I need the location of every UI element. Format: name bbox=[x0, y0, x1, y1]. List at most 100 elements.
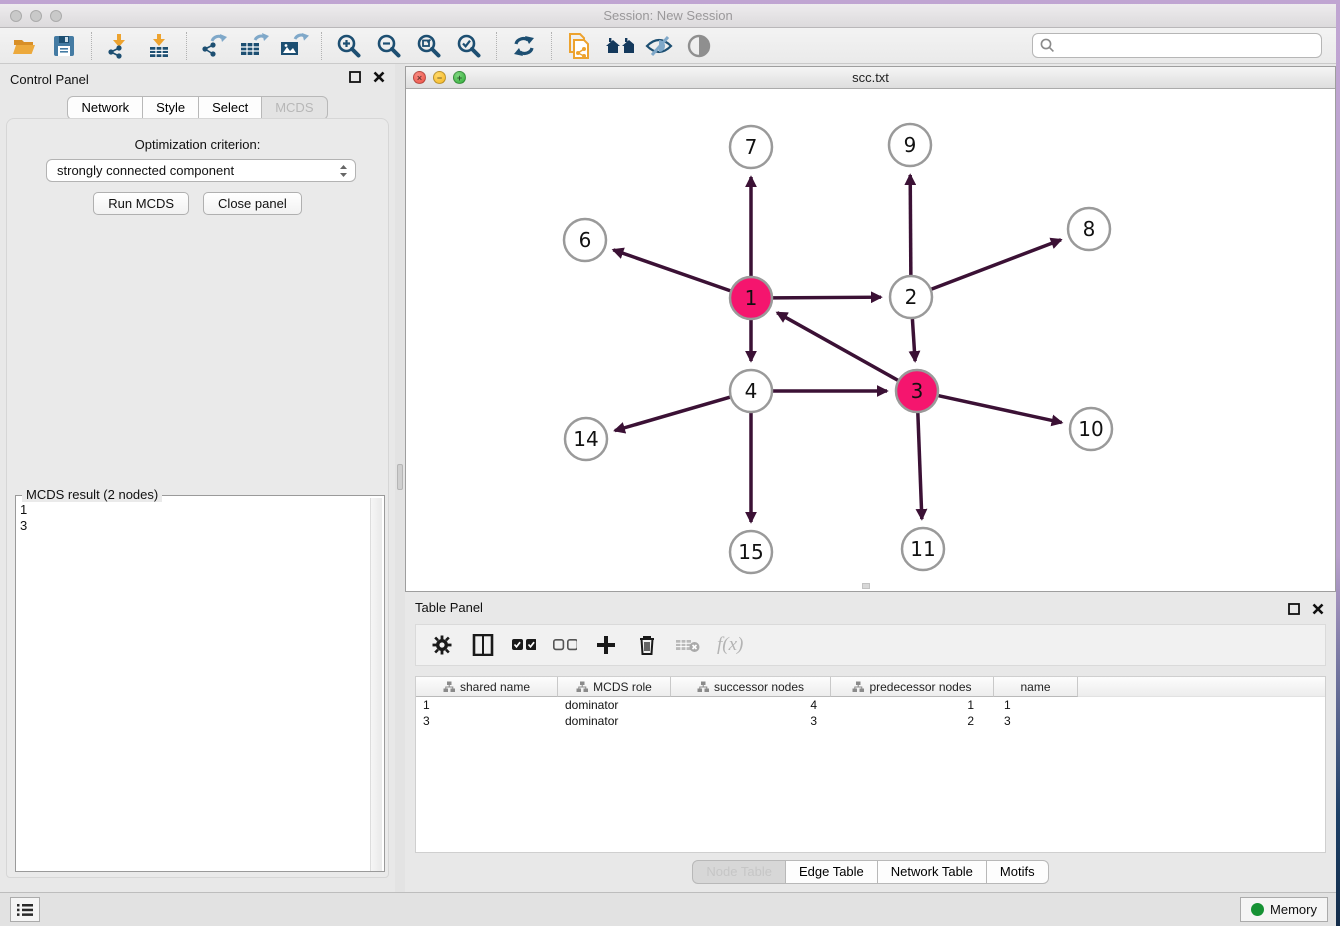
import-network-icon[interactable] bbox=[104, 31, 134, 61]
application-window: Session: New Session bbox=[0, 0, 1340, 926]
zoom-out-icon[interactable] bbox=[374, 31, 404, 61]
edge-2-3[interactable] bbox=[912, 319, 915, 361]
zoom-selected-icon[interactable] bbox=[454, 31, 484, 61]
column-label: predecessor nodes bbox=[869, 680, 971, 694]
cell-successor-nodes[interactable]: 4 bbox=[671, 697, 831, 713]
cell-name[interactable]: 1 bbox=[994, 697, 1078, 713]
tab-edge-table[interactable]: Edge Table bbox=[786, 860, 878, 884]
add-column-icon[interactable] bbox=[594, 633, 618, 657]
export-table-icon[interactable] bbox=[239, 31, 269, 61]
node-6[interactable]: 6 bbox=[564, 219, 606, 261]
node-label: 6 bbox=[579, 228, 592, 252]
node-10[interactable]: 10 bbox=[1070, 408, 1112, 450]
gear-icon[interactable] bbox=[430, 633, 454, 657]
tab-motifs[interactable]: Motifs bbox=[987, 860, 1049, 884]
control-panel-controls bbox=[349, 71, 385, 83]
cell-predecessor-nodes[interactable]: 1 bbox=[831, 697, 994, 713]
deselect-all-icon[interactable] bbox=[553, 633, 577, 657]
column-header-shared-name[interactable]: shared name bbox=[416, 677, 558, 697]
tab-network[interactable]: Network bbox=[67, 96, 143, 120]
network-canvas[interactable]: 7 9 6 8 1 2 4 3 14 10 15 11 bbox=[406, 89, 1335, 591]
edge-2-9[interactable] bbox=[910, 175, 911, 275]
column-header-predecessor-nodes[interactable]: predecessor nodes bbox=[831, 677, 994, 697]
save-session-icon[interactable] bbox=[49, 31, 79, 61]
column-label: shared name bbox=[460, 680, 530, 694]
edge-1-6[interactable] bbox=[613, 250, 730, 291]
cell-predecessor-nodes[interactable]: 2 bbox=[831, 713, 994, 729]
node-1[interactable]: 1 bbox=[730, 277, 772, 319]
table-row[interactable]: 3 dominator 3 2 3 bbox=[416, 713, 1325, 729]
tab-select[interactable]: Select bbox=[199, 96, 262, 120]
cell-mcds-role[interactable]: dominator bbox=[558, 713, 671, 729]
mcds-result-item[interactable]: 3 bbox=[20, 518, 27, 534]
search-field[interactable] bbox=[1032, 33, 1322, 58]
edge-1-2[interactable] bbox=[773, 297, 881, 298]
node-7[interactable]: 7 bbox=[730, 126, 772, 168]
edge-3-10[interactable] bbox=[938, 396, 1061, 423]
function-builder-icon[interactable]: f(x) bbox=[717, 634, 743, 656]
zoom-in-icon[interactable] bbox=[334, 31, 364, 61]
close-panel-icon[interactable] bbox=[373, 71, 385, 83]
mcds-result-list[interactable]: 1 3 bbox=[20, 502, 27, 534]
close-panel-icon[interactable] bbox=[1312, 603, 1324, 615]
cell-successor-nodes[interactable]: 3 bbox=[671, 713, 831, 729]
refresh-layout-icon[interactable] bbox=[509, 31, 539, 61]
edge-4-14[interactable] bbox=[615, 397, 730, 430]
chevron-updown-icon bbox=[338, 163, 349, 179]
tab-node-table[interactable]: Node Table bbox=[692, 860, 786, 884]
columns-icon[interactable] bbox=[471, 633, 495, 657]
criterion-select[interactable]: strongly connected component bbox=[46, 159, 356, 182]
control-panel-tabs: Network Style Select MCDS bbox=[0, 96, 395, 120]
select-all-icon[interactable] bbox=[512, 633, 536, 657]
node-15[interactable]: 15 bbox=[730, 531, 772, 573]
zoom-fit-icon[interactable] bbox=[414, 31, 444, 61]
tab-mcds[interactable]: MCDS bbox=[262, 96, 327, 120]
cell-shared-name[interactable]: 3 bbox=[416, 713, 558, 729]
control-panel: Control Panel Network Style Select MCDS … bbox=[0, 64, 395, 892]
import-table-icon[interactable] bbox=[144, 31, 174, 61]
hide-selected-icon[interactable] bbox=[644, 31, 674, 61]
cell-mcds-role[interactable]: dominator bbox=[558, 697, 671, 713]
first-neighbors-icon[interactable] bbox=[604, 31, 634, 61]
table-row[interactable]: 1 dominator 4 1 1 bbox=[416, 697, 1325, 713]
node-8[interactable]: 8 bbox=[1068, 208, 1110, 250]
tab-style[interactable]: Style bbox=[143, 96, 199, 120]
node-11[interactable]: 11 bbox=[902, 528, 944, 570]
mcds-result-scrollbar[interactable] bbox=[370, 498, 382, 871]
node-3[interactable]: 3 bbox=[896, 370, 938, 412]
node-4[interactable]: 4 bbox=[730, 370, 772, 412]
column-header-successor-nodes[interactable]: successor nodes bbox=[671, 677, 831, 697]
task-history-button[interactable] bbox=[10, 897, 40, 922]
network-hscroll-thumb[interactable] bbox=[862, 583, 870, 589]
node-9[interactable]: 9 bbox=[889, 124, 931, 166]
column-header-name[interactable]: name bbox=[994, 677, 1078, 697]
export-network-icon[interactable] bbox=[199, 31, 229, 61]
node-14[interactable]: 14 bbox=[565, 418, 607, 460]
node-2[interactable]: 2 bbox=[890, 276, 932, 318]
memory-button[interactable]: Memory bbox=[1240, 897, 1328, 922]
float-panel-icon[interactable] bbox=[1288, 603, 1300, 615]
show-all-icon[interactable] bbox=[684, 31, 714, 61]
delete-table-icon[interactable] bbox=[676, 633, 700, 657]
panel-splitter[interactable] bbox=[395, 64, 405, 892]
delete-column-icon[interactable] bbox=[635, 633, 659, 657]
run-mcds-button[interactable]: Run MCDS bbox=[93, 192, 189, 215]
table-panel-controls bbox=[1288, 603, 1324, 615]
tab-network-table[interactable]: Network Table bbox=[878, 860, 987, 884]
edge-3-1[interactable] bbox=[777, 313, 898, 381]
mcds-result-item[interactable]: 1 bbox=[20, 502, 27, 518]
column-header-mcds-role[interactable]: MCDS role bbox=[558, 677, 671, 697]
edge-2-8[interactable] bbox=[932, 240, 1061, 289]
cell-name[interactable]: 3 bbox=[994, 713, 1078, 729]
splitter-handle[interactable] bbox=[397, 464, 403, 490]
table-panel: Table Panel bbox=[405, 596, 1336, 892]
search-input[interactable] bbox=[1056, 36, 1321, 56]
close-panel-button[interactable]: Close panel bbox=[203, 192, 302, 215]
float-panel-icon[interactable] bbox=[349, 71, 361, 83]
export-image-icon[interactable] bbox=[279, 31, 309, 61]
open-file-icon[interactable] bbox=[9, 31, 39, 61]
table-panel-title: Table Panel bbox=[415, 600, 483, 615]
edge-3-11[interactable] bbox=[918, 413, 922, 519]
network-from-clipboard-icon[interactable] bbox=[564, 31, 594, 61]
cell-shared-name[interactable]: 1 bbox=[416, 697, 558, 713]
